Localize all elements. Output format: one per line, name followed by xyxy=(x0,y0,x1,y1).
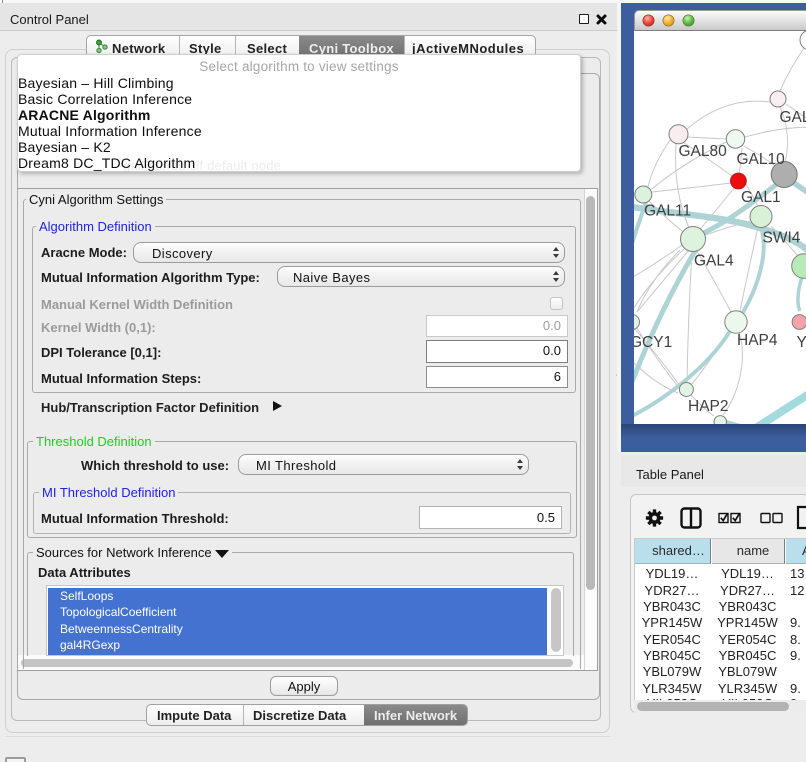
svg-text:GAL4: GAL4 xyxy=(694,253,734,270)
svg-text:GCY1: GCY1 xyxy=(634,334,672,351)
svg-text:HAP4: HAP4 xyxy=(737,332,778,349)
svg-text:YE: YE xyxy=(797,334,806,351)
svg-text:HAP2: HAP2 xyxy=(688,398,729,415)
svg-text:GAL10: GAL10 xyxy=(737,151,786,168)
svg-text:GAL1: GAL1 xyxy=(741,189,781,206)
svg-text:GAL2: GAL2 xyxy=(780,109,806,126)
svg-text:GAL80: GAL80 xyxy=(679,143,728,160)
svg-text:GAL11: GAL11 xyxy=(644,203,691,220)
svg-text:SWI4: SWI4 xyxy=(763,230,801,247)
